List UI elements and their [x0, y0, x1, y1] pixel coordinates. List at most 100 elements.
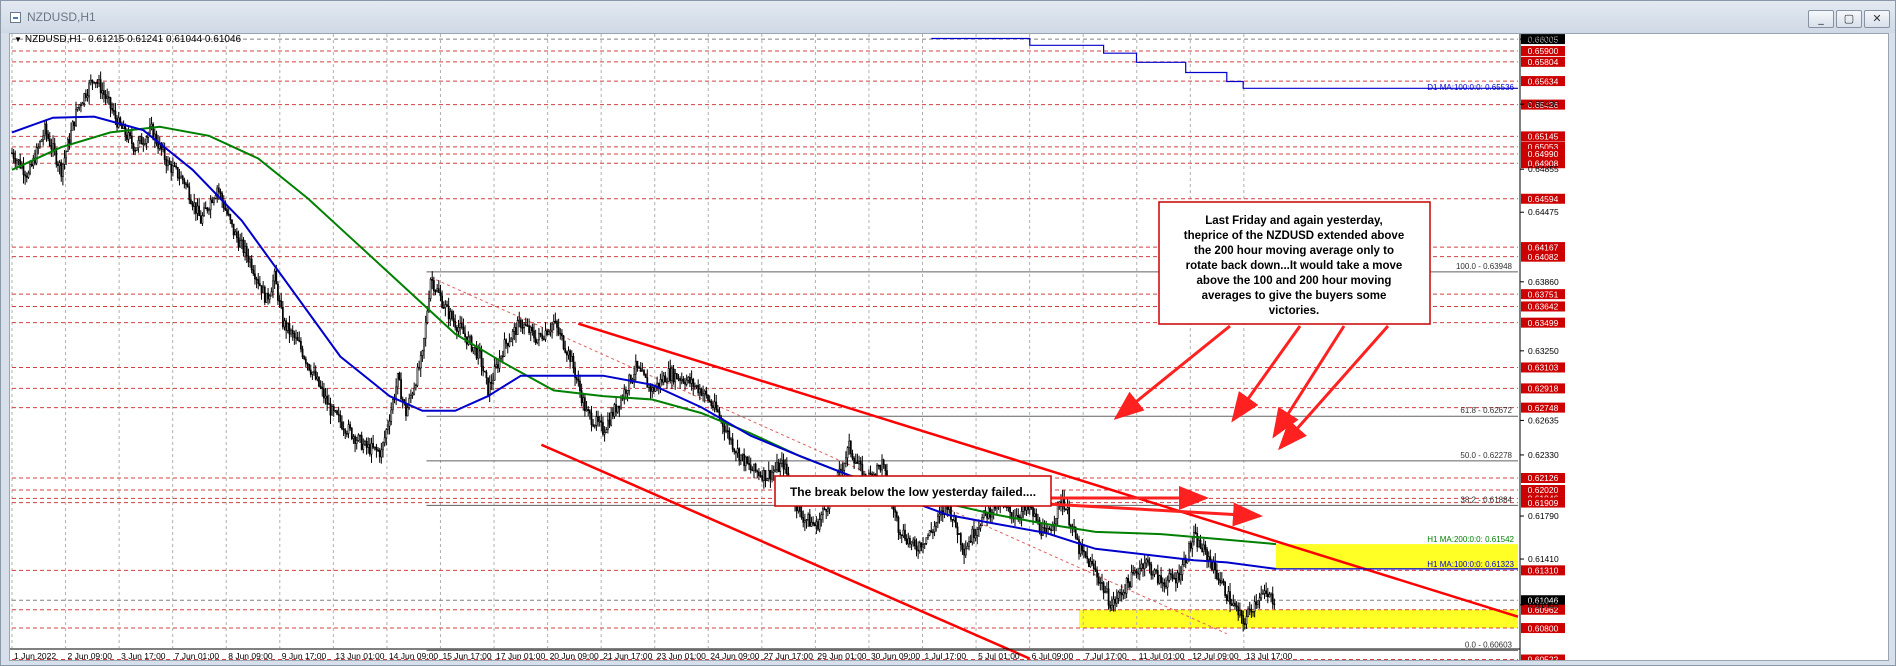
candle-body: [1206, 549, 1208, 561]
candle-body: [249, 258, 251, 263]
candle-body: [355, 440, 358, 444]
candle-body: [1179, 574, 1182, 581]
candle-body: [1150, 564, 1153, 576]
candle-body: [459, 323, 462, 328]
candle-body: [313, 370, 315, 373]
candle-body: [423, 337, 425, 352]
candle-body: [1199, 539, 1202, 549]
candle-body: [874, 473, 877, 476]
candle-body: [802, 517, 805, 523]
candle-body: [219, 191, 222, 194]
restore-button[interactable]: ▢: [1836, 10, 1862, 28]
x-tick-label: 24 Jun 09:00: [710, 651, 759, 661]
ma-label: D1 MA:100:0:0: 0.65536: [1427, 83, 1514, 92]
candle-body: [1222, 580, 1225, 583]
minimize-button[interactable]: _: [1808, 10, 1834, 28]
candle-body: [533, 330, 535, 339]
candle-body: [531, 326, 534, 332]
candle-body: [89, 79, 92, 84]
candle-body: [817, 521, 819, 530]
candle-body: [1194, 531, 1197, 534]
candle-body: [449, 311, 452, 320]
candle-body: [1101, 582, 1103, 584]
close-button[interactable]: ✕: [1864, 10, 1890, 28]
candle-body: [350, 427, 353, 439]
candle-body: [529, 326, 532, 333]
candle-body: [707, 394, 709, 401]
candle-body: [413, 387, 416, 395]
price-level-tag-label: 0.61909: [1528, 498, 1559, 508]
candle-body: [239, 240, 242, 248]
candle-body: [564, 348, 567, 353]
candle-body: [1261, 593, 1264, 595]
price-chart[interactable]: 100.0 - 0.63948 61.8 - 0.62672 50.0 - 0.62…: [10, 34, 1889, 661]
candle-body: [321, 387, 324, 390]
candle-body: [342, 428, 345, 431]
x-tick-label: 15 Jun 17:00: [442, 651, 491, 661]
candle-body: [810, 522, 813, 527]
candle-body: [231, 219, 233, 225]
candle-body: [199, 215, 202, 224]
candle-body: [639, 367, 642, 372]
candle-body: [680, 378, 683, 381]
candle-body: [372, 443, 375, 448]
candle-body: [1191, 541, 1194, 549]
candle-body: [1032, 507, 1034, 517]
collapse-triangle-icon[interactable]: ▼: [14, 35, 22, 44]
candle-body: [331, 406, 333, 416]
candle-body: [767, 470, 770, 479]
candle-body: [262, 286, 265, 294]
candle-body: [73, 121, 76, 126]
candle-body: [196, 205, 199, 214]
candle-body: [442, 307, 445, 309]
candle-body: [938, 513, 941, 517]
candle-body: [457, 327, 460, 332]
candle-body: [339, 414, 342, 423]
candle-body: [55, 150, 58, 165]
candle-body: [815, 521, 818, 527]
candle-body: [927, 534, 929, 538]
candle-body: [728, 430, 731, 441]
trendlines-layer: [430, 276, 1519, 660]
candle-body: [661, 379, 663, 383]
candle-body: [1066, 507, 1069, 510]
candle-body: [582, 397, 585, 403]
candle-body: [963, 549, 965, 556]
candle-body: [856, 461, 859, 464]
candle-body: [807, 514, 810, 521]
candle-body: [385, 429, 388, 439]
candle-body: [1201, 547, 1204, 552]
title-bar[interactable]: NZDUSD,H1 _ ▢ ✕: [1, 1, 1895, 33]
price-level-tag-label: 0.62918: [1528, 384, 1559, 394]
candle-body: [738, 448, 741, 461]
candle-body: [910, 541, 913, 545]
candle-body: [1232, 602, 1235, 606]
candle-body: [503, 339, 506, 357]
candle-body: [84, 93, 87, 98]
candle-body: [88, 82, 91, 97]
candle-body: [252, 269, 255, 275]
candle-body: [694, 385, 696, 388]
x-tick-label: 6 Jul 09:00: [1032, 651, 1074, 661]
candle-body: [382, 442, 384, 451]
candle-body: [170, 164, 173, 173]
candle-body: [400, 379, 402, 400]
candle-body: [126, 134, 128, 140]
candle-body: [410, 395, 412, 399]
candle-body: [511, 331, 514, 340]
candle-body: [585, 409, 588, 412]
candle-body: [1220, 580, 1223, 584]
candle-body: [692, 379, 695, 387]
candle-body: [1037, 519, 1039, 522]
candle-body: [58, 162, 61, 167]
candle-body: [769, 470, 772, 480]
candle-body: [62, 164, 64, 177]
price-level-tag-label: 0.65634: [1528, 76, 1559, 86]
candle-body: [137, 140, 140, 149]
candle-body: [749, 464, 752, 471]
candle-body: [618, 405, 621, 409]
candle-body: [703, 390, 706, 395]
candle-body: [654, 386, 657, 392]
candle-body: [569, 350, 572, 362]
chart-area[interactable]: 100.0 - 0.63948 61.8 - 0.62672 50.0 - 0.62…: [9, 33, 1889, 661]
